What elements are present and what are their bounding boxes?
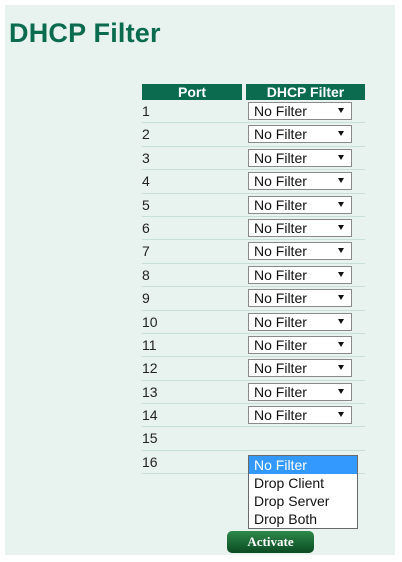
dhcp-filter-cell: No Filter [246, 100, 365, 122]
page-title: DHCP Filter [9, 18, 161, 48]
port-number: 3 [142, 149, 150, 166]
dhcp-filter-select[interactable]: No Filter [248, 242, 352, 261]
select-value: No Filter [254, 290, 307, 307]
activate-button[interactable]: Activate [227, 531, 314, 553]
port-number: 10 [142, 313, 158, 330]
dhcp-filter-cell [246, 427, 365, 449]
table-row: 14 No Filter [142, 404, 365, 428]
select-value: No Filter [254, 196, 307, 213]
select-value: No Filter [254, 219, 307, 236]
dhcp-filter-select[interactable]: No Filter [248, 289, 352, 308]
dropdown-option[interactable]: No Filter [249, 456, 357, 474]
dropdown-arrow-icon [338, 248, 344, 254]
dhcp-filter-table: Port DHCP Filter 1 No Filter 2 No Filter 3 No… [142, 84, 365, 475]
port-number: 8 [142, 266, 150, 283]
select-value: No Filter [254, 360, 307, 377]
dhcp-filter-cell: No Filter [246, 334, 365, 356]
dropdown-arrow-icon [338, 318, 344, 324]
select-value: No Filter [254, 383, 307, 400]
select-value: No Filter [254, 313, 307, 330]
dhcp-filter-cell: No Filter [246, 357, 365, 379]
dropdown-arrow-icon [338, 131, 344, 137]
dropdown-arrow-icon [338, 224, 344, 230]
dhcp-filter-select[interactable]: No Filter [248, 265, 352, 284]
table-row: 15 [142, 427, 365, 451]
select-value: No Filter [254, 173, 307, 190]
port-number: 2 [142, 126, 150, 143]
select-value: No Filter [254, 126, 307, 143]
table-row: 2 No Filter [142, 123, 365, 147]
dhcp-filter-cell: No Filter [246, 217, 365, 239]
select-value: No Filter [254, 103, 307, 119]
select-value: No Filter [254, 149, 307, 166]
port-number: 6 [142, 219, 150, 236]
port-number: 9 [142, 290, 150, 307]
dropdown-arrow-icon [338, 108, 344, 113]
port-number: 15 [142, 430, 158, 447]
dhcp-filter-cell: No Filter [246, 170, 365, 192]
port-number: 13 [142, 383, 158, 400]
table-row: 4 No Filter [142, 170, 365, 194]
table-row: 9 No Filter [142, 287, 365, 311]
dhcp-filter-cell: No Filter [246, 381, 365, 403]
dhcp-filter-select[interactable]: No Filter [248, 218, 352, 237]
select-value: No Filter [254, 407, 307, 424]
port-number: 12 [142, 360, 158, 377]
dropdown-option[interactable]: Drop Server [249, 492, 357, 510]
table-row: 3 No Filter [142, 147, 365, 171]
dropdown-arrow-icon [338, 154, 344, 160]
dhcp-filter-dropdown-list[interactable]: No Filter Drop Client Drop Server Drop Both [248, 455, 358, 529]
dropdown-option[interactable]: Drop Both [249, 510, 357, 528]
dropdown-arrow-icon [338, 412, 344, 418]
dhcp-filter-select[interactable]: No Filter [248, 359, 352, 378]
dhcp-filter-cell: No Filter [246, 147, 365, 169]
table-row: 5 No Filter [142, 194, 365, 217]
table-row: 7 No Filter [142, 240, 365, 264]
port-number: 16 [142, 453, 158, 470]
select-value: No Filter [254, 243, 307, 260]
select-value: No Filter [254, 266, 307, 283]
dhcp-filter-select[interactable]: No Filter [248, 148, 352, 167]
dhcp-filter-cell: No Filter [246, 194, 365, 216]
port-column-header: Port [142, 84, 242, 100]
port-number: 4 [142, 173, 150, 190]
dhcp-filter-select[interactable]: No Filter [248, 406, 352, 425]
table-row: 13 No Filter [142, 381, 365, 405]
dropdown-arrow-icon [338, 271, 344, 277]
select-value: No Filter [254, 336, 307, 353]
dhcp-filter-select[interactable]: No Filter [248, 335, 352, 354]
dhcp-filter-column-header: DHCP Filter [246, 84, 365, 100]
table-row: 1 No Filter [142, 100, 365, 124]
dhcp-filter-cell: No Filter [246, 404, 365, 426]
table-row: 11 No Filter [142, 334, 365, 358]
dropdown-arrow-icon [338, 388, 344, 394]
port-number: 14 [142, 407, 158, 424]
port-number: 11 [142, 336, 157, 353]
port-number: 1 [142, 103, 150, 119]
dropdown-option[interactable]: Drop Client [249, 474, 357, 492]
dhcp-filter-select[interactable]: No Filter [248, 125, 352, 144]
dhcp-filter-cell: No Filter [246, 287, 365, 309]
dhcp-filter-cell: No Filter [246, 123, 365, 145]
dropdown-arrow-icon [338, 295, 344, 301]
port-number: 7 [142, 243, 150, 260]
port-number: 5 [142, 196, 150, 213]
dhcp-filter-cell: No Filter [246, 240, 365, 262]
dhcp-filter-select[interactable]: No Filter [248, 172, 352, 191]
table-row: 8 No Filter [142, 264, 365, 288]
table-row: 6 No Filter [142, 217, 365, 241]
dhcp-filter-select[interactable]: No Filter [248, 382, 352, 401]
table-row: 12 No Filter [142, 357, 365, 381]
dropdown-arrow-icon [338, 178, 344, 184]
dhcp-filter-select[interactable]: No Filter [248, 102, 352, 120]
dropdown-arrow-icon [338, 365, 344, 371]
dropdown-arrow-icon [338, 201, 344, 207]
dhcp-filter-select[interactable]: No Filter [248, 312, 352, 331]
dhcp-filter-cell: No Filter [246, 311, 365, 333]
dropdown-arrow-icon [338, 341, 344, 347]
dhcp-filter-select[interactable]: No Filter [248, 195, 352, 214]
table-row: 10 No Filter [142, 311, 365, 334]
dhcp-filter-cell: No Filter [246, 264, 365, 286]
table-header: Port DHCP Filter [142, 84, 365, 100]
